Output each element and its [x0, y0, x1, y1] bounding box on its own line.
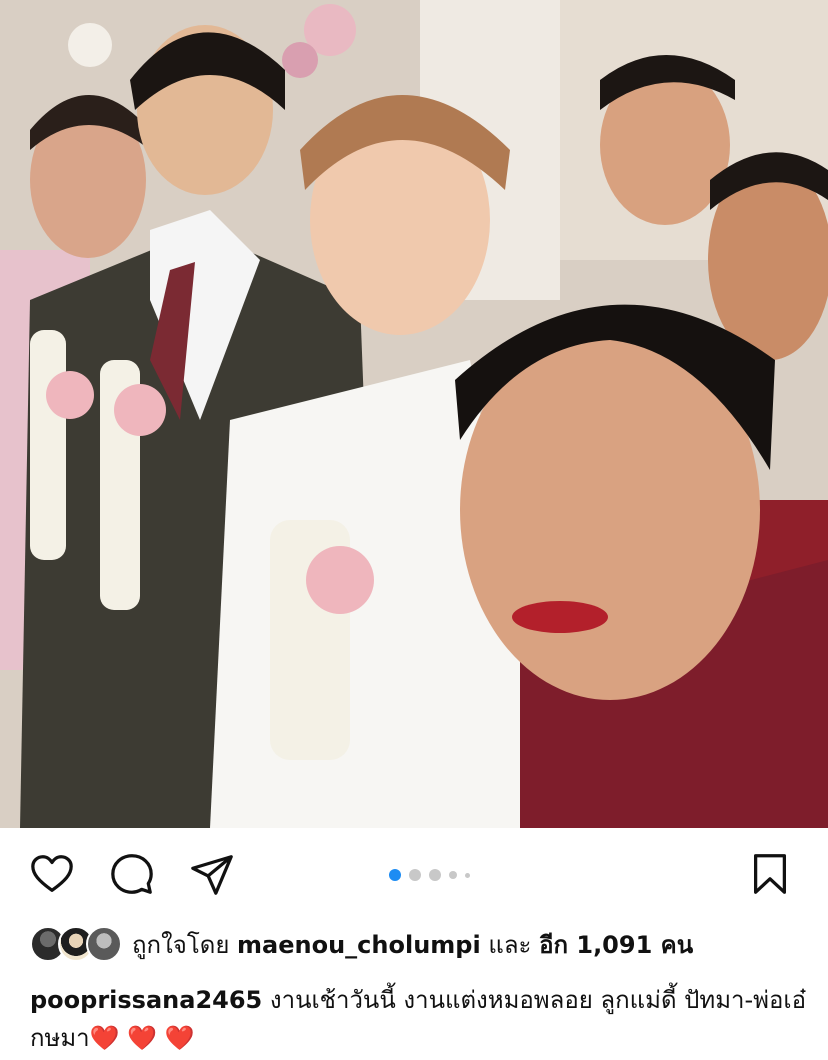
caption-hearts: ❤️ ❤️ ❤️ — [89, 1024, 195, 1052]
carousel-dot — [409, 869, 421, 881]
liker-avatars — [30, 926, 122, 962]
caption-username[interactable]: pooprissana2465 — [30, 986, 262, 1014]
comment-icon[interactable] — [108, 850, 156, 898]
likes-connector: และ — [488, 930, 532, 959]
post-actions — [0, 828, 828, 920]
avatar — [86, 926, 122, 962]
carousel-dot-active — [389, 869, 401, 881]
post-caption: pooprissana2465 งานเช้าวันนี้ งานแต่งหมอ… — [30, 981, 810, 1057]
likes-prefix: ถูกใจโดย — [132, 930, 230, 959]
carousel-dot — [449, 871, 457, 879]
photo-illustration — [0, 0, 828, 828]
send-icon[interactable] — [188, 850, 236, 898]
carousel-dot — [429, 869, 441, 881]
liker-username[interactable]: maenou_cholumpi — [237, 931, 481, 959]
bookmark-icon[interactable] — [746, 850, 794, 898]
likes-row[interactable]: ถูกใจโดย maenou_cholumpi และ อีก 1,091 ค… — [30, 924, 693, 964]
carousel-indicator — [389, 869, 470, 881]
likes-count[interactable]: อีก 1,091 คน — [539, 931, 693, 959]
carousel-dot — [465, 872, 470, 878]
heart-outline-icon[interactable] — [28, 850, 76, 898]
likes-text: ถูกใจโดย maenou_cholumpi และ อีก 1,091 ค… — [132, 925, 693, 964]
post-photo[interactable] — [0, 0, 828, 828]
